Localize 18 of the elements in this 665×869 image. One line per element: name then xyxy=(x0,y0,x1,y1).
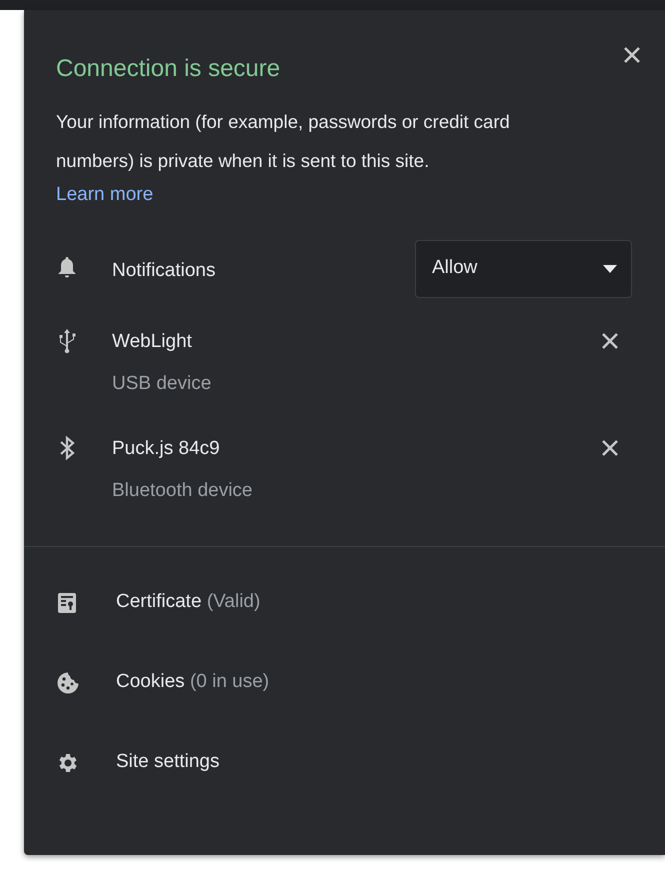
cookie-icon xyxy=(56,670,80,694)
permission-dropdown[interactable]: Allow xyxy=(415,240,632,298)
device-type: Bluetooth device xyxy=(112,479,254,503)
connection-title: Connection is secure xyxy=(56,55,280,84)
permission-label: Puck.js 84c9 xyxy=(112,436,221,460)
certificate-icon xyxy=(56,590,78,614)
device-type: USB device xyxy=(112,372,212,396)
learn-more-link[interactable]: Learn more xyxy=(56,180,154,210)
certificate-link[interactable]: Certificate (Valid) xyxy=(116,588,260,617)
bell-icon xyxy=(56,254,78,278)
security-description: Your information (for example, passwords or credit card numbers) is private when it is sent to this site. xyxy=(56,110,511,173)
permission-label: Notifications xyxy=(112,258,216,282)
cookies-link[interactable]: Cookies (0 in use) xyxy=(116,668,270,697)
settings-link[interactable]: Site settings xyxy=(116,748,220,777)
remove-button[interactable] xyxy=(601,332,619,350)
permission-label: WebLight xyxy=(112,330,193,354)
remove-button[interactable] xyxy=(601,438,619,456)
caret-icon xyxy=(603,264,617,272)
